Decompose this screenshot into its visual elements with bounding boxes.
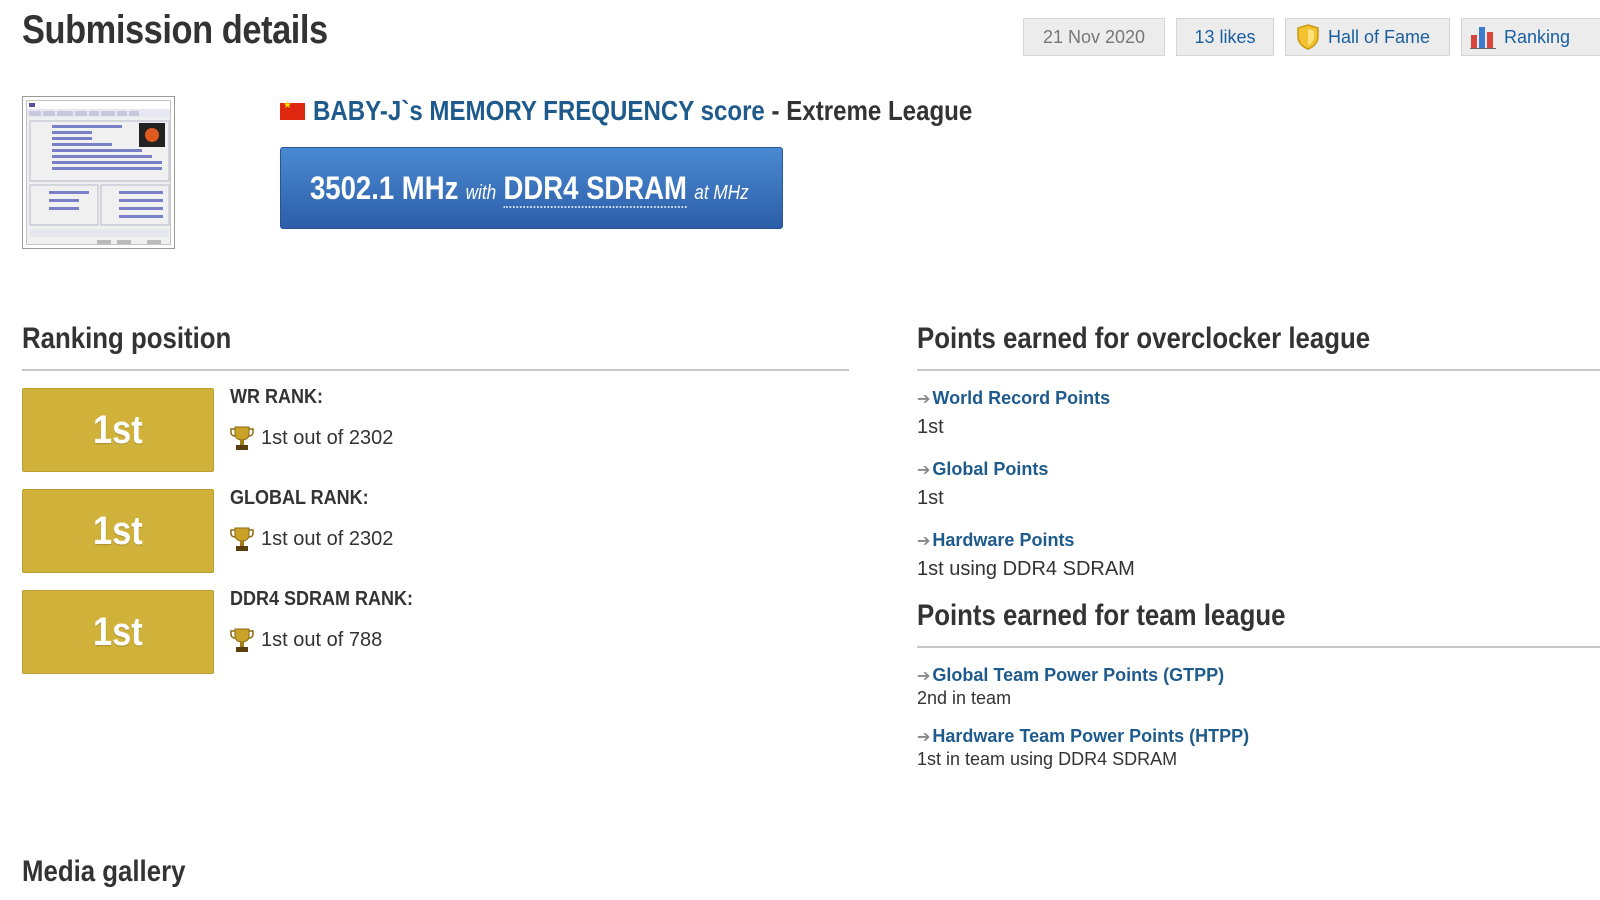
hardware-points-label: Hardware Points (932, 530, 1074, 551)
hardware-rank-badge-text: 1st (93, 610, 143, 655)
hardware-rank-value: 1st out of 788 (230, 627, 382, 653)
hardware-rank-label: DDR4 SDRAM RANK: (230, 588, 413, 611)
page-title: Submission details (22, 8, 328, 53)
china-flag-icon (280, 103, 305, 120)
global-rank-value-text: 1st out of 2302 (261, 528, 393, 551)
cpuz-screenshot-image (26, 100, 171, 245)
media-gallery-title: Media gallery (22, 855, 185, 889)
trophy-icon (230, 526, 254, 552)
global-rank-badge-text: 1st (93, 509, 143, 554)
arrow-right-icon: ➔ (917, 389, 930, 409)
score-box-content: 3502.1 MHz with DDR4 SDRAM at MHz (310, 170, 752, 207)
trophy-icon (230, 425, 254, 451)
gtpp-label: Global Team Power Points (GTPP) (932, 665, 1224, 686)
ranking-position-title: Ranking position (22, 322, 231, 356)
world-record-points-label: World Record Points (932, 388, 1110, 409)
global-rank-value: 1st out of 2302 (230, 526, 393, 552)
ranking-divider (22, 369, 849, 371)
hardware-points-value: 1st using DDR4 SDRAM (917, 558, 1135, 581)
hardware-points-link[interactable]: ➔ Hardware Points (917, 530, 1074, 551)
bar-chart-icon (1470, 25, 1496, 49)
hall-of-fame-button[interactable]: Hall of Fame (1285, 18, 1450, 56)
htpp-link[interactable]: ➔ Hardware Team Power Points (HTPP) (917, 726, 1249, 747)
global-rank-badge: 1st (22, 489, 214, 573)
shield-icon (1296, 24, 1320, 50)
world-record-points-link[interactable]: ➔ World Record Points (917, 388, 1110, 409)
ranking-button[interactable]: Ranking (1461, 18, 1600, 56)
arrow-right-icon: ➔ (917, 727, 930, 747)
wr-rank-badge-text: 1st (93, 408, 143, 453)
ranking-label: Ranking (1504, 27, 1570, 48)
hardware-rank-badge: 1st (22, 590, 214, 674)
score-box: 3502.1 MHz with DDR4 SDRAM at MHz (280, 147, 783, 229)
wr-rank-label: WR RANK: (230, 386, 323, 409)
htpp-label: Hardware Team Power Points (HTPP) (932, 726, 1249, 747)
hall-of-fame-label: Hall of Fame (1328, 27, 1430, 48)
score-heading: BABY-J`s MEMORY FREQUENCY score - Extrem… (280, 95, 1080, 127)
overclocker-points-title: Points earned for overclocker league (917, 322, 1370, 356)
overclocker-divider (917, 369, 1600, 371)
global-rank-label: GLOBAL RANK: (230, 487, 369, 510)
hardware-rank-value-text: 1st out of 788 (261, 629, 382, 652)
arrow-right-icon: ➔ (917, 666, 930, 686)
league-label: - Extreme League (772, 95, 973, 126)
global-points-link[interactable]: ➔ Global Points (917, 459, 1048, 480)
global-points-label: Global Points (932, 459, 1048, 480)
user-score-link[interactable]: BABY-J`s MEMORY FREQUENCY score (313, 95, 765, 126)
arrow-right-icon: ➔ (917, 531, 930, 551)
htpp-value: 1st in team using DDR4 SDRAM (917, 749, 1177, 770)
trophy-icon (230, 627, 254, 653)
gtpp-value: 2nd in team (917, 688, 1011, 709)
team-points-title: Points earned for team league (917, 599, 1285, 633)
submission-screenshot-thumbnail[interactable] (22, 96, 175, 249)
team-divider (917, 646, 1600, 648)
global-points-value: 1st (917, 487, 944, 510)
wr-rank-value-text: 1st out of 2302 (261, 427, 393, 450)
score-value: 3502.1 MHz (310, 170, 458, 206)
with-label: with (466, 182, 497, 204)
header-actions: 21 Nov 2020 13 likes Hall of Fame Rankin… (1023, 18, 1600, 56)
at-label: at MHz (695, 182, 749, 204)
arrow-right-icon: ➔ (917, 460, 930, 480)
score-heading-text: BABY-J`s MEMORY FREQUENCY score - Extrem… (313, 95, 972, 127)
world-record-points-value: 1st (917, 416, 944, 439)
likes-text: 13 likes (1194, 27, 1255, 48)
date-badge: 21 Nov 2020 (1023, 18, 1165, 56)
date-text: 21 Nov 2020 (1043, 27, 1145, 48)
gtpp-link[interactable]: ➔ Global Team Power Points (GTPP) (917, 665, 1224, 686)
wr-rank-value: 1st out of 2302 (230, 425, 393, 451)
hardware-link[interactable]: DDR4 SDRAM (504, 170, 687, 208)
likes-button[interactable]: 13 likes (1176, 18, 1274, 56)
wr-rank-badge: 1st (22, 388, 214, 472)
